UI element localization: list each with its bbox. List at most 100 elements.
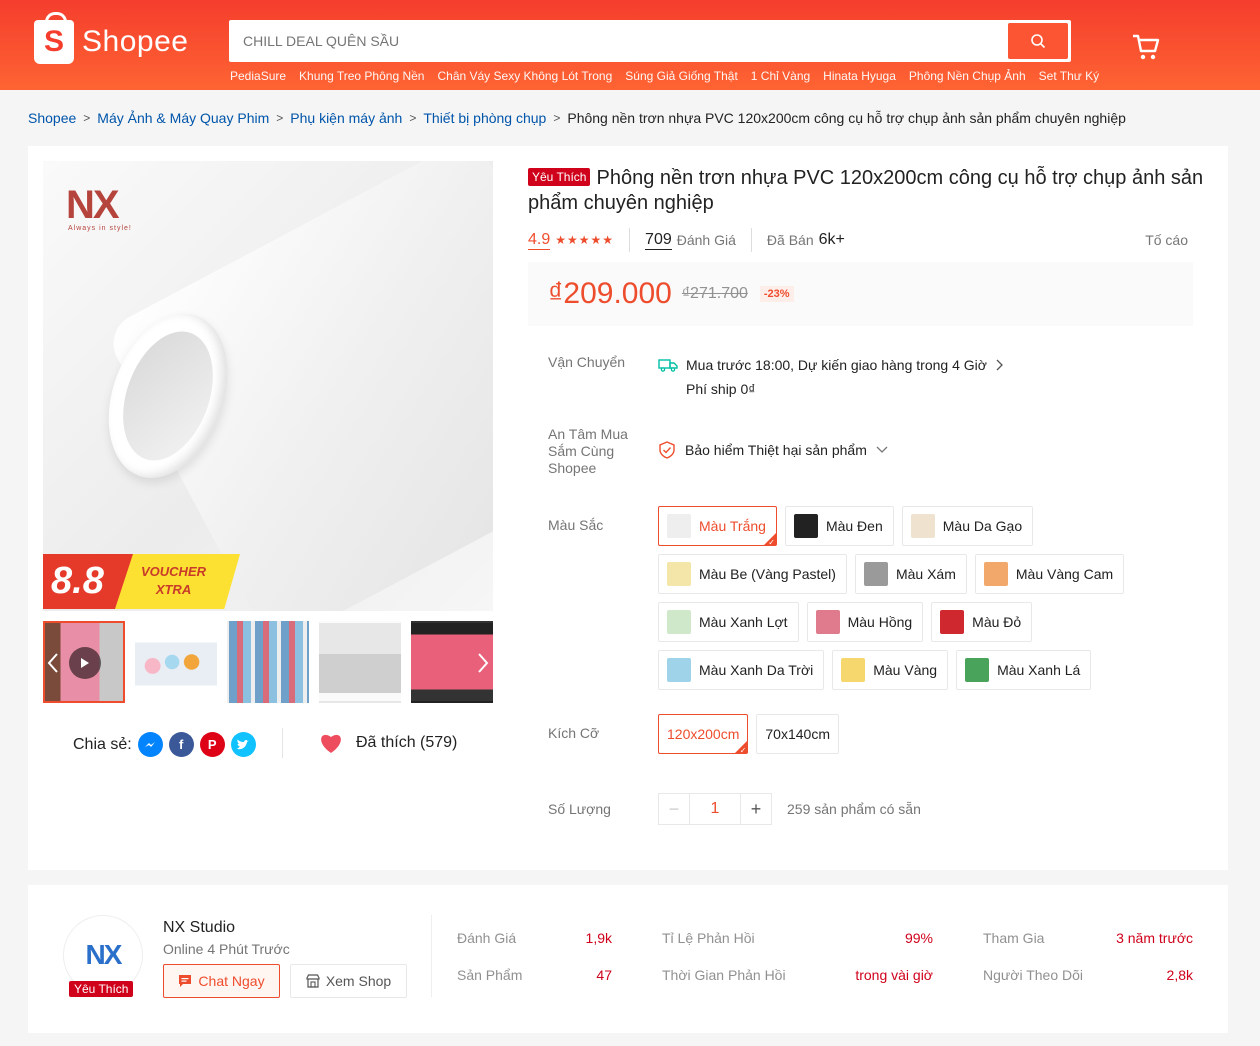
shield-icon <box>659 441 675 459</box>
color-option[interactable]: Màu Vàng <box>832 650 949 690</box>
thumbnail-image[interactable] <box>319 621 401 703</box>
breadcrumb-link[interactable]: Thiết bị phòng chụp <box>423 110 546 126</box>
review-count[interactable]: 709 <box>645 231 672 250</box>
shipping-info[interactable]: Mua trước 18:00, Dự kiến giao hàng trong… <box>658 353 1003 401</box>
product-title-text: Phông nền trơn nhựa PVC 120x200cm công c… <box>528 167 1204 214</box>
thumbnail-image[interactable] <box>135 621 217 703</box>
voucher-banner: 8.8 VOUCHER XTRA <box>43 554 240 609</box>
color-option[interactable]: Màu Đen <box>784 506 894 546</box>
color-option[interactable]: Màu Xám <box>854 554 967 594</box>
truck-icon <box>658 359 678 372</box>
share-row: Chia sẻ: f P <box>73 732 256 757</box>
breadcrumb-link[interactable]: Shopee <box>28 110 76 126</box>
breadcrumb: Shopee > Máy Ảnh & Máy Quay Phim > Phụ k… <box>28 110 1126 126</box>
logo-text: Shopee <box>82 25 189 58</box>
chevron-left-icon <box>47 653 58 673</box>
cart-icon <box>1133 34 1160 60</box>
shop-card: NX Yêu Thích NX Studio Online 4 Phút Trư… <box>28 885 1228 1033</box>
quantity-increase-button[interactable]: + <box>740 793 772 825</box>
twitter-icon[interactable] <box>230 732 256 757</box>
color-label: Màu Sắc <box>548 517 604 533</box>
thumbnail-prev-button[interactable] <box>43 643 63 683</box>
color-option-label: Màu Hồng <box>847 614 913 630</box>
size-options: 120x200cm 70x140cm <box>658 714 1188 755</box>
color-option[interactable]: Màu Hồng <box>806 602 924 642</box>
suggestion-link[interactable]: PediaSure <box>230 69 286 83</box>
quantity-input[interactable]: 1 <box>690 793 740 825</box>
cart-button[interactable] <box>1131 33 1161 64</box>
pinterest-icon[interactable]: P <box>199 732 225 757</box>
search-button[interactable] <box>1008 23 1068 59</box>
color-option[interactable]: Màu Da Gạo <box>901 506 1034 546</box>
report-link[interactable]: Tố cáo <box>1145 232 1188 248</box>
like-button[interactable]: Đã thích (579) <box>318 732 457 754</box>
size-label: Kích Cỡ <box>548 725 600 741</box>
shop-favorite-badge: Yêu Thích <box>69 981 134 997</box>
rating-value[interactable]: 4.9 <box>528 231 551 250</box>
quantity-decrease-button[interactable]: − <box>658 793 690 825</box>
color-option-label: Màu Xám <box>895 566 956 582</box>
insurance-dropdown[interactable]: Bảo hiểm Thiệt hại sản phẩm <box>658 441 888 459</box>
favorite-badge: Yêu Thích <box>528 168 591 186</box>
stock-available: 259 sản phẩm có sẵn <box>787 801 921 817</box>
insurance-text: Bảo hiểm Thiệt hại sản phẩm <box>685 442 867 458</box>
thumbnail-next-button[interactable] <box>473 643 493 683</box>
color-option[interactable]: Màu Be (Vàng Pastel) <box>658 554 847 594</box>
suggestion-link[interactable]: Hinata Hyuga <box>823 69 896 83</box>
color-swatch <box>667 658 691 682</box>
current-price: ₫209.000 <box>548 277 672 310</box>
color-option[interactable]: Màu Đỏ <box>931 602 1033 642</box>
rating-stars: ★★★★★ <box>555 233 615 247</box>
shop-name: NX Studio <box>163 919 236 936</box>
color-option[interactable]: Màu Xanh Da Trời <box>658 650 825 690</box>
shop-stat: Sản Phẩm 47 <box>457 967 612 983</box>
suggestion-link[interactable]: Set Thư Ký <box>1039 69 1100 83</box>
chevron-right-icon: > <box>276 111 284 125</box>
color-option-label: Màu Vàng <box>873 662 938 678</box>
store-icon <box>306 974 320 988</box>
thumbnail-strip <box>43 621 493 703</box>
color-swatch <box>983 562 1008 586</box>
color-swatch <box>667 562 691 586</box>
thumbnail-image[interactable] <box>227 621 309 703</box>
sold-label: Đã Bán <box>766 232 814 248</box>
view-shop-button[interactable]: Xem Shop <box>290 964 407 998</box>
color-option[interactable]: Màu Trắng <box>658 506 777 547</box>
size-option-label: 70x140cm <box>765 726 830 742</box>
color-option[interactable]: Màu Vàng Cam <box>974 554 1125 594</box>
facebook-icon[interactable]: f <box>168 732 194 757</box>
size-option[interactable]: 120x200cm <box>658 714 749 755</box>
suggestion-link[interactable]: Khung Treo Phông Nền <box>299 69 424 83</box>
color-swatch <box>965 658 990 682</box>
color-swatch <box>910 514 935 538</box>
breadcrumb-link[interactable]: Phụ kiện máy ảnh <box>290 110 402 126</box>
shop-avatar-logo: NX <box>85 939 123 970</box>
chevron-right-icon: > <box>409 111 417 125</box>
color-option[interactable]: Màu Xanh Lợt <box>658 602 799 642</box>
size-option[interactable]: 70x140cm <box>756 714 839 754</box>
shopee-logo[interactable]: S Shopee <box>34 12 189 64</box>
color-option-label: Màu Xanh Da Trời <box>699 662 814 678</box>
original-price: ₫271.700 <box>681 285 748 302</box>
shop-stat: Tỉ Lệ Phản Hồi 99% <box>662 930 933 946</box>
color-option-label: Màu Trắng <box>699 518 766 534</box>
product-main-image[interactable]: NX Always in style! 8.8 VOUCHER XTRA <box>43 161 493 611</box>
suggestion-link[interactable]: Phông Nền Chụp Ảnh <box>909 69 1026 83</box>
play-icon <box>69 647 101 679</box>
suggestion-link[interactable]: Súng Giả Giống Thật <box>625 69 738 83</box>
heart-icon <box>321 734 341 753</box>
chat-now-button[interactable]: Chat Ngay <box>163 964 280 998</box>
breadcrumb-link[interactable]: Máy Ảnh & Máy Quay Phim <box>97 110 269 126</box>
suggestion-link[interactable]: Chân Váy Sexy Không Lót Trong <box>437 69 612 83</box>
stat-divider <box>750 228 752 252</box>
suggestion-link[interactable]: 1 Chỉ Vàng <box>751 69 810 83</box>
shop-online-status: Online 4 Phút Trước <box>163 941 290 957</box>
voucher-text: VOUCHER XTRA <box>141 564 207 597</box>
color-swatch <box>667 514 691 538</box>
chevron-right-icon <box>996 359 1003 371</box>
messenger-icon[interactable] <box>137 732 163 757</box>
search-input[interactable] <box>232 33 1008 49</box>
color-option[interactable]: Màu Xanh Lá <box>956 650 1092 690</box>
search-icon <box>1031 34 1046 49</box>
delivery-estimate: Mua trước 18:00, Dự kiến giao hàng trong… <box>686 357 987 373</box>
